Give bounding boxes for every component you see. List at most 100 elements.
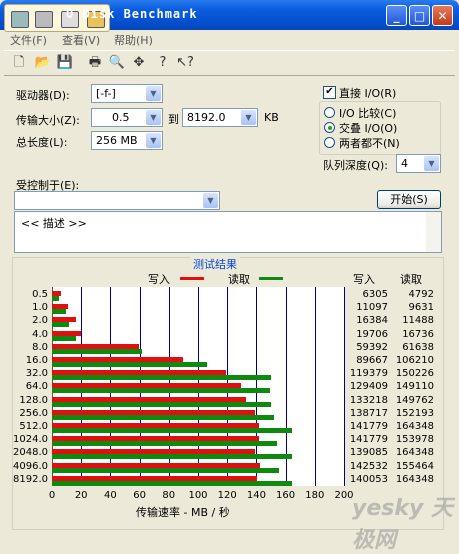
gridline [314,287,316,486]
y-tick-label: 128.0 [19,394,48,406]
chevron-down-icon[interactable]: ▼ [424,156,439,171]
help-icon[interactable]: ? [154,54,172,72]
write-legend-label: 写入 [148,273,170,286]
transfer-to-select[interactable]: 8192.0 ▼ [182,108,258,127]
menu-help[interactable]: 帮助(H) [114,32,153,48]
y-tick-label: 512.0 [19,421,48,432]
print-icon[interactable] [35,11,53,28]
read-value: 16736 [402,328,434,340]
transfer-unit: KB [264,111,279,124]
save-icon[interactable] [11,11,29,28]
write-value: 11097 [356,302,388,314]
drive-value: [-f-] [96,87,116,100]
total-length-label: 总长度(L): [16,136,68,149]
x-axis-label: 传输速率 - MB / 秒 [136,506,230,519]
new-icon[interactable]: 🗋 [10,54,28,72]
read-value: 11488 [402,315,434,327]
read-bar [52,322,69,328]
write-value: 129409 [349,381,388,393]
move-icon[interactable]: ✥ [130,54,148,72]
x-tick-label: 140 [246,490,266,501]
read-bar [52,375,272,381]
y-tick-label: 8.0 [32,341,48,353]
y-tick-label: 4.0 [32,328,48,340]
direct-io-checkbox[interactable]: ✔ [323,86,336,99]
read-bar [52,296,59,301]
chevron-down-icon[interactable]: ▼ [203,193,218,208]
chevron-down-icon[interactable]: ▼ [146,133,161,148]
transfer-size-label: 传输大小(Z): [16,114,80,127]
print-preview-icon[interactable]: 🔍 [108,54,126,72]
y-tick-label: 0.5 [32,289,48,300]
minimize-button[interactable]: _ [386,5,407,26]
description-box[interactable]: << 描述 >> [14,211,442,253]
overlapped-io-radio[interactable] [324,122,335,133]
queue-depth-select[interactable]: 4 ▼ [396,154,441,173]
x-tick-label: 60 [133,490,146,501]
chevron-down-icon[interactable]: ▼ [146,86,161,101]
neither-label: 两者都不(N) [339,137,400,150]
read-bar [52,428,292,433]
queue-depth-label: 队列深度(Q): [323,159,388,172]
read-bar [52,467,280,473]
read-value: 106210 [395,355,434,366]
drive-label: 驱动器(D): [16,89,70,102]
read-value: 9631 [408,302,434,314]
maximize-button[interactable]: □ [409,5,430,26]
read-value: 155464 [395,460,434,472]
drive-select[interactable]: [-f-] ▼ [91,84,163,103]
context-help-icon[interactable]: ↖? [176,54,194,72]
read-bar [52,454,292,460]
start-button[interactable]: 开始(S) [377,190,441,209]
queue-depth-value: 4 [401,157,408,170]
transfer-to-value: 8192.0 [187,111,226,124]
write-value: 139085 [349,447,388,459]
read-bar [52,348,142,354]
x-tick-label: 160 [276,490,296,501]
chevron-down-icon[interactable]: ▼ [146,110,161,125]
read-value: 152193 [395,407,434,419]
window-title: O Disk Benchmark [66,7,198,21]
chevron-down-icon[interactable]: ▼ [241,110,256,125]
read-bar [52,309,67,315]
open-icon[interactable]: 📂 [34,54,52,72]
write-value: 6305 [362,289,388,300]
read-legend-label: 读取 [228,273,250,286]
controlled-by-select[interactable]: ▼ [14,191,220,210]
io-compare-radio[interactable] [324,107,335,118]
menu-bar: 文件(F) 查看(V) 帮助(H) [0,30,459,49]
menu-file[interactable]: 文件(F) [10,32,47,48]
y-tick-label: 1.0 [32,302,48,314]
read-value: 4792 [408,289,434,300]
y-tick-label: 8192.0 [13,473,48,485]
total-length-value: 256 MB [96,134,138,147]
total-length-select[interactable]: 256 MB ▼ [91,131,163,150]
write-value: 140053 [349,473,388,485]
overlapped-io-label: 交叠 I/O(O) [339,122,398,135]
print-icon[interactable]: 🖶 [86,54,104,72]
toolbar: 🗋 📂 💾 🖶 🔍 ✥ ? ↖? [4,50,455,76]
save-icon[interactable]: 💾 [56,54,74,72]
x-tick-label: 0 [48,490,56,501]
read-value: 149110 [395,381,434,393]
read-column-header: 读取 [400,273,422,286]
menu-view[interactable]: 查看(V) [62,32,100,48]
transfer-from-select[interactable]: 0.5 ▼ [91,108,163,127]
write-value: 16384 [356,315,388,327]
write-value: 59392 [356,341,388,353]
read-value: 149762 [395,394,434,406]
y-tick-label: 4096.0 [13,460,48,472]
x-tick-label: 120 [217,490,237,501]
scrollbar[interactable] [426,212,441,252]
y-tick-label: 2.0 [32,315,48,327]
close-button[interactable]: ✕ [432,5,453,26]
neither-radio[interactable] [324,137,335,148]
y-tick-label: 256.0 [19,407,48,419]
read-bar [52,441,277,447]
write-value: 89667 [356,355,388,366]
write-column-header: 写入 [353,273,375,286]
results-title: 测试结果 [190,256,240,272]
y-tick-label: 16.0 [25,355,48,366]
write-value: 141779 [349,434,388,446]
description-text: << 描述 >> [21,217,87,230]
